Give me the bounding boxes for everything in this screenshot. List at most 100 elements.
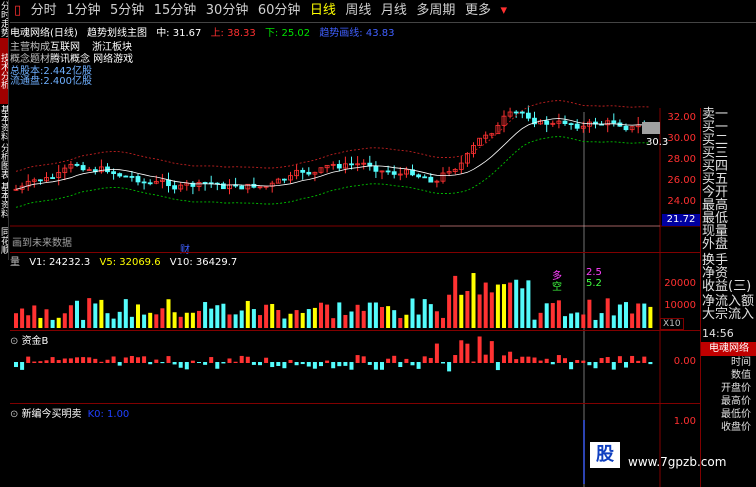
volume-bar [416,314,421,328]
kline-candle [281,178,287,181]
kline-candle [385,170,391,173]
volume-bar [105,313,110,328]
capital-bar [105,359,110,363]
pane-divider [10,403,700,404]
y-axis-label: 24.00 [667,196,696,207]
capital-bar [87,357,92,363]
volume-bar [312,307,317,328]
capital-bar [62,358,67,363]
capital-bar [642,356,647,363]
capital-bar [26,356,31,363]
price-tag: 30.3 [646,137,669,148]
v10-value: V10: 36429.7 [169,257,238,268]
kline-candle [50,177,55,179]
kline-candle [239,185,245,190]
volume-bar [282,318,287,328]
kline-candle [300,169,306,173]
volume-bar [550,303,555,328]
watermark-url: www.7gpzb.com [628,455,727,469]
capital-bar [337,362,342,367]
y-axis-label: 26.00 [667,175,696,186]
capital-bar [312,362,317,369]
capital-bar [166,356,171,363]
kline-candle [428,176,434,183]
future-data-label: 画到未来数据 [12,238,72,249]
kline-candle [129,176,135,178]
volume-bar [624,302,628,328]
kline-candle [526,112,531,119]
volume-bar [75,300,79,328]
capital-bar [160,362,165,364]
capital-bar [178,362,183,368]
company-tab[interactable]: 电魂网络 [701,342,756,356]
kline-candle [416,174,422,178]
capital-bar [276,362,281,366]
pane-divider [10,330,700,331]
upper-band-line [15,100,651,172]
buyer-title: 新编今买明卖 [21,409,82,420]
volume-bar [233,314,238,328]
volume-bar [477,294,482,328]
capital-bar [441,362,445,364]
volume-bar [56,317,61,328]
volume-bar [434,311,439,328]
volume-bar [471,273,476,328]
kline-candle [519,111,525,114]
quote-item: 收益(三) [702,279,752,294]
kline-candle [422,176,428,179]
capital-bar [270,362,275,368]
capital-bar [459,340,464,363]
capital-bar [386,358,391,363]
capital-bar [148,362,153,365]
volume-bar [264,304,269,328]
volume-unit: X10 [660,318,684,330]
volume-bar [221,303,226,328]
capital-title: 资金B [21,336,49,347]
capital-bar [20,362,25,370]
volume-bar [575,312,580,328]
volume-bar [123,299,128,328]
kline-candle [74,163,80,166]
kline-candle [38,179,43,182]
volume-bar [68,305,73,328]
volume-bar [349,311,354,328]
volume-bar [526,280,531,328]
volume-bar [459,294,464,328]
buyer-value: K0: 1.00 [87,409,130,420]
capital-bar [282,362,287,369]
kline-candle [166,179,171,187]
pane-settings-icon[interactable]: ⊙ [10,336,22,347]
v1-value: V1: 24232.3 [29,257,91,268]
volume-axis-label: 10000 [664,300,696,311]
capital-bar [111,356,116,363]
capital-bar [44,360,49,363]
capital-bar [361,356,366,363]
capital-bar [294,362,299,366]
volume-bar [532,319,537,328]
pane-settings-icon[interactable]: ⊙ [10,409,22,420]
volume-bar [166,299,171,328]
field-label: 时间 [731,357,751,368]
capital-bar [434,343,439,363]
capital-bar [392,355,397,363]
kline-candle [147,182,153,185]
capital-bar [538,360,543,363]
volume-bar [300,312,305,328]
capital-bar [227,358,232,363]
capital-bar [447,362,452,372]
volume-bar [447,294,452,328]
volume-bar [538,312,543,328]
volume-bar [404,314,409,328]
quote-time: 14:56 [702,327,734,340]
volume-bar [636,303,641,328]
y-axis-label: 30.00 [667,133,696,144]
capital-bar [99,361,104,363]
capital-bar [288,359,293,363]
capital-bar [373,362,378,370]
kline-candle [568,123,574,126]
capital-bar [142,356,147,363]
capital-bar [355,355,360,363]
kline-candle [172,185,178,190]
volume-bar [239,310,244,328]
volume-bar [142,314,147,328]
